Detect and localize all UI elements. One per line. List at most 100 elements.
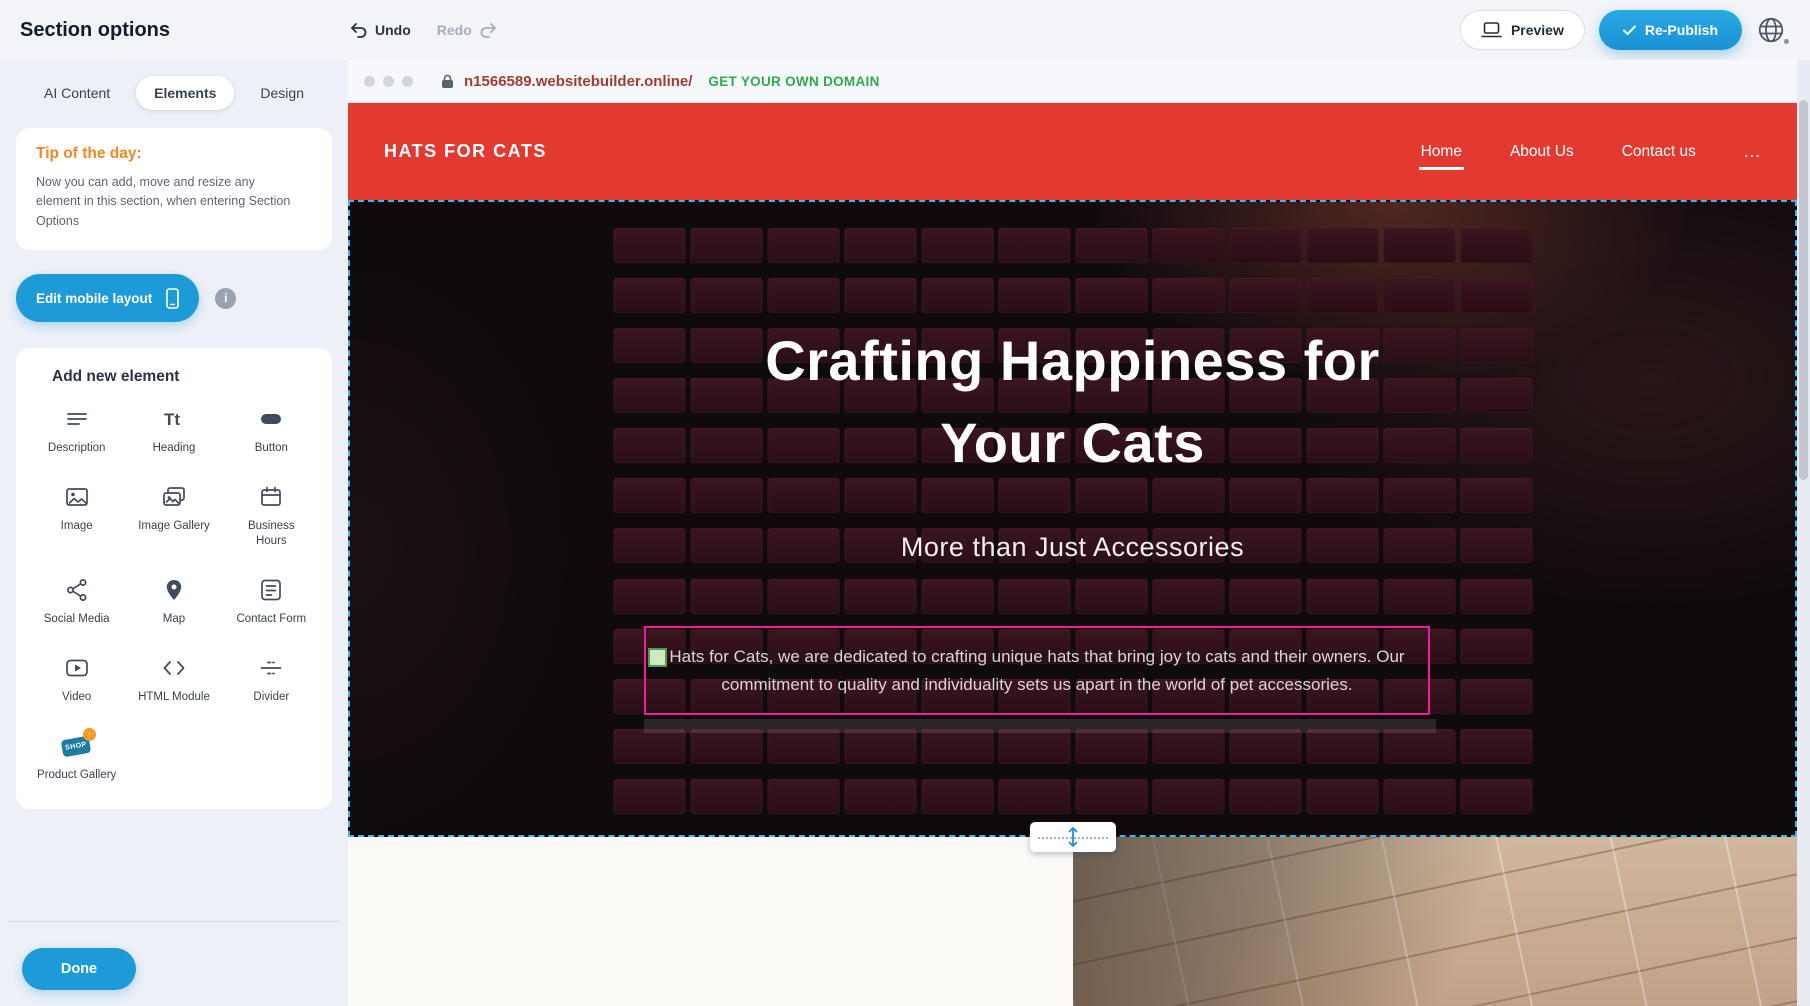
selected-paragraph-element[interactable]: Hats for Cats, we are dedicated to craft…	[644, 626, 1430, 715]
undo-button[interactable]: Undo	[350, 22, 411, 38]
video-icon	[64, 653, 90, 683]
edit-mobile-label: Edit mobile layout	[36, 291, 152, 306]
tip-body: Now you can add, move and resize any ele…	[36, 173, 291, 231]
element-image-gallery[interactable]: Image Gallery	[125, 482, 222, 549]
tab-ai-content[interactable]: AI Content	[26, 76, 128, 110]
hero-tile	[998, 779, 1070, 814]
description-icon	[64, 404, 90, 434]
undo-label: Undo	[375, 22, 411, 38]
hero-tile	[844, 779, 916, 814]
element-divider[interactable]: Divider	[223, 653, 320, 705]
hero-tile	[1460, 779, 1532, 814]
next-section-left	[348, 837, 1073, 1006]
edit-mobile-layout-button[interactable]: Edit mobile layout	[16, 274, 199, 322]
hero-subheading[interactable]: More than Just Accessories	[350, 532, 1795, 563]
hero-tile	[767, 228, 839, 263]
hero-tile	[613, 278, 685, 313]
hero-tile	[998, 729, 1070, 764]
language-globe-button[interactable]	[1756, 13, 1790, 47]
element-html-module[interactable]: HTML Module	[125, 653, 222, 705]
tab-design[interactable]: Design	[242, 76, 322, 110]
hero-tile	[1075, 579, 1147, 614]
element-product-gallery[interactable]: SHOP ↑ Product Gallery	[28, 731, 125, 783]
site-logo[interactable]: HATS FOR CATS	[384, 141, 547, 162]
hero-tile	[1460, 679, 1532, 714]
canvas-scrollbar	[1799, 60, 1808, 1006]
element-map[interactable]: Map	[125, 575, 222, 627]
hero-tile	[998, 278, 1070, 313]
hero-paragraph[interactable]: Hats for Cats, we are dedicated to craft…	[646, 643, 1428, 697]
nav-about-us[interactable]: About Us	[1510, 143, 1574, 161]
scrollbar-thumb[interactable]	[1799, 100, 1808, 480]
heading-icon: Tt	[161, 404, 187, 434]
info-icon[interactable]: i	[215, 288, 236, 309]
contact-form-icon	[258, 575, 284, 605]
html-module-icon	[161, 653, 187, 683]
sidebar-divider	[8, 921, 340, 922]
hero-tile	[690, 228, 762, 263]
next-section[interactable]	[348, 837, 1797, 1006]
section-resize-handle[interactable]	[1030, 822, 1116, 852]
hero-tile	[1229, 779, 1301, 814]
redo-icon	[479, 23, 497, 38]
element-heading[interactable]: Tt Heading	[125, 404, 222, 456]
editor-canvas: n1566589.websitebuilder.online/ GET YOUR…	[348, 60, 1810, 1006]
preview-label: Preview	[1511, 22, 1564, 38]
redo-button[interactable]: Redo	[437, 22, 497, 38]
hero-section[interactable]: Crafting Happiness for Your Cats More th…	[348, 200, 1797, 837]
hero-tile	[690, 779, 762, 814]
nav-contact-us[interactable]: Contact us	[1622, 143, 1696, 161]
done-button[interactable]: Done	[22, 948, 136, 990]
site-preview: n1566589.websitebuilder.online/ GET YOUR…	[348, 60, 1797, 1006]
divider-icon	[258, 653, 284, 683]
element-button[interactable]: Button	[223, 404, 320, 456]
element-contact-form[interactable]: Contact Form	[223, 575, 320, 627]
hero-tile	[921, 729, 993, 764]
nav-more-icon[interactable]: ...	[1744, 142, 1761, 162]
hero-tile	[1306, 729, 1378, 764]
hero-tile	[921, 579, 993, 614]
hero-tile	[1383, 729, 1455, 764]
hero-tile	[1460, 729, 1532, 764]
element-video[interactable]: Video	[28, 653, 125, 705]
hero-tile	[767, 729, 839, 764]
element-description[interactable]: Description	[28, 404, 125, 456]
tab-elements[interactable]: Elements	[136, 76, 234, 110]
resize-arrows-icon	[1066, 825, 1080, 849]
hero-tile	[921, 278, 993, 313]
element-social-media[interactable]: Social Media	[28, 575, 125, 627]
hero-tile	[1460, 629, 1532, 664]
product-gallery-icon: SHOP ↑	[60, 731, 94, 761]
hero-tile	[690, 579, 762, 614]
undo-icon	[350, 23, 368, 38]
site-nav: Home About Us Contact us ...	[1421, 142, 1761, 162]
site-header: HATS FOR CATS Home About Us Contact us .…	[348, 103, 1797, 200]
hero-tile	[613, 779, 685, 814]
page-title: Section options	[20, 19, 350, 42]
element-grid: Description Tt Heading Button	[28, 404, 320, 783]
hero-tile	[1383, 579, 1455, 614]
hero-tile	[767, 278, 839, 313]
republish-button[interactable]: Re-Publish	[1599, 10, 1742, 50]
sidebar-footer: Done	[0, 921, 348, 1006]
add-element-card: Add new element Description Tt Heading	[16, 348, 332, 809]
phone-icon	[166, 288, 179, 309]
upgrade-badge-icon: ↑	[83, 728, 96, 741]
get-domain-link[interactable]: GET YOUR OWN DOMAIN	[708, 74, 879, 89]
element-business-hours[interactable]: Business Hours	[223, 482, 320, 549]
sidebar-tabs: AI Content Elements Design	[0, 76, 348, 110]
hero-heading[interactable]: Crafting Happiness for Your Cats	[350, 320, 1795, 484]
business-hours-icon	[258, 482, 284, 512]
hero-tile	[1152, 729, 1224, 764]
hero-tile	[1152, 579, 1224, 614]
tip-of-the-day-card: Tip of the day: Now you can add, move an…	[16, 128, 332, 250]
hero-tile	[844, 278, 916, 313]
check-icon	[1623, 25, 1636, 36]
element-image[interactable]: Image	[28, 482, 125, 549]
tip-title: Tip of the day:	[36, 145, 312, 163]
hero-tile	[613, 729, 685, 764]
preview-button[interactable]: Preview	[1460, 10, 1585, 50]
nav-home[interactable]: Home	[1421, 143, 1462, 161]
selection-handle[interactable]	[648, 648, 667, 667]
hero-tile	[1075, 729, 1147, 764]
